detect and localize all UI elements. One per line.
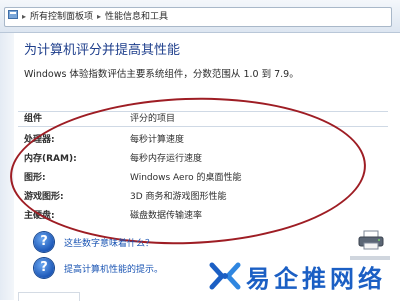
help-link-row[interactable]: ? 提高计算机性能的提示。 xyxy=(34,257,163,279)
help-question-icon: ? xyxy=(34,258,54,278)
header-component: 组件 xyxy=(24,114,43,124)
watermark-text: 易企推网络 xyxy=(246,263,386,293)
help-link-meaning[interactable]: 这些数字意味着什么？ xyxy=(64,236,154,249)
address-toolbar: ▸ 所有控制面板项 ▸ 性能信息和工具 xyxy=(0,0,400,33)
breadcrumb-all-control-panel-items[interactable]: 所有控制面板项 xyxy=(27,8,96,26)
page-title: 为计算机评分并提高其性能 xyxy=(24,43,181,58)
watermark-logo-icon xyxy=(208,259,242,293)
help-link-tips[interactable]: 提高计算机性能的提示。 xyxy=(64,262,163,275)
printer-icon[interactable] xyxy=(358,230,384,250)
control-panel-icon xyxy=(5,8,21,26)
address-bar[interactable]: ▸ 所有控制面板项 ▸ 性能信息和工具 xyxy=(4,7,392,27)
watermark: 易企推网络 xyxy=(208,256,398,296)
page-description: Windows 体验指数评估主要系统组件，分数范围从 1.0 到 7.9。 xyxy=(24,69,299,80)
help-link-row[interactable]: ? 这些数字意味着什么？ xyxy=(34,231,154,253)
help-question-icon: ? xyxy=(34,232,54,252)
breadcrumb-performance-tools[interactable]: 性能信息和工具 xyxy=(102,8,171,26)
